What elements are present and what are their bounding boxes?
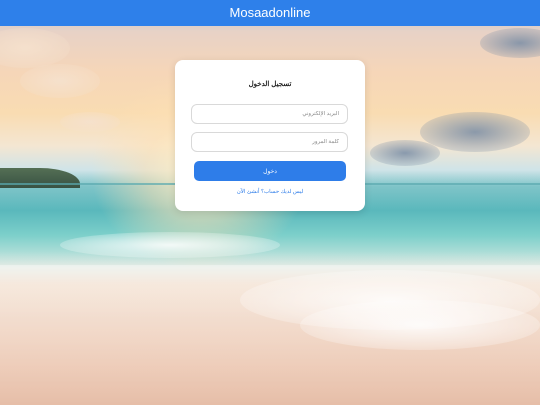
cloud (60, 112, 120, 132)
login-card: تسجيل الدخول دخول ليس لديك حساب؟ أنشئ ال… (175, 60, 365, 211)
cloud (20, 64, 100, 98)
island (0, 168, 80, 188)
email-field[interactable] (191, 104, 348, 124)
cloud (480, 28, 540, 58)
wet-sand (0, 265, 540, 405)
wave-foam (60, 232, 280, 258)
site-title: Mosaadonline (229, 5, 311, 20)
password-field[interactable] (191, 132, 348, 152)
register-link[interactable]: ليس لديك حساب؟ أنشئ الآن (175, 189, 365, 195)
login-title: تسجيل الدخول (248, 81, 292, 88)
cloud (370, 140, 440, 166)
login-button[interactable]: دخول (194, 161, 346, 181)
cloud (0, 28, 70, 68)
cloud (420, 112, 530, 152)
site-header: Mosaadonline (0, 0, 540, 26)
